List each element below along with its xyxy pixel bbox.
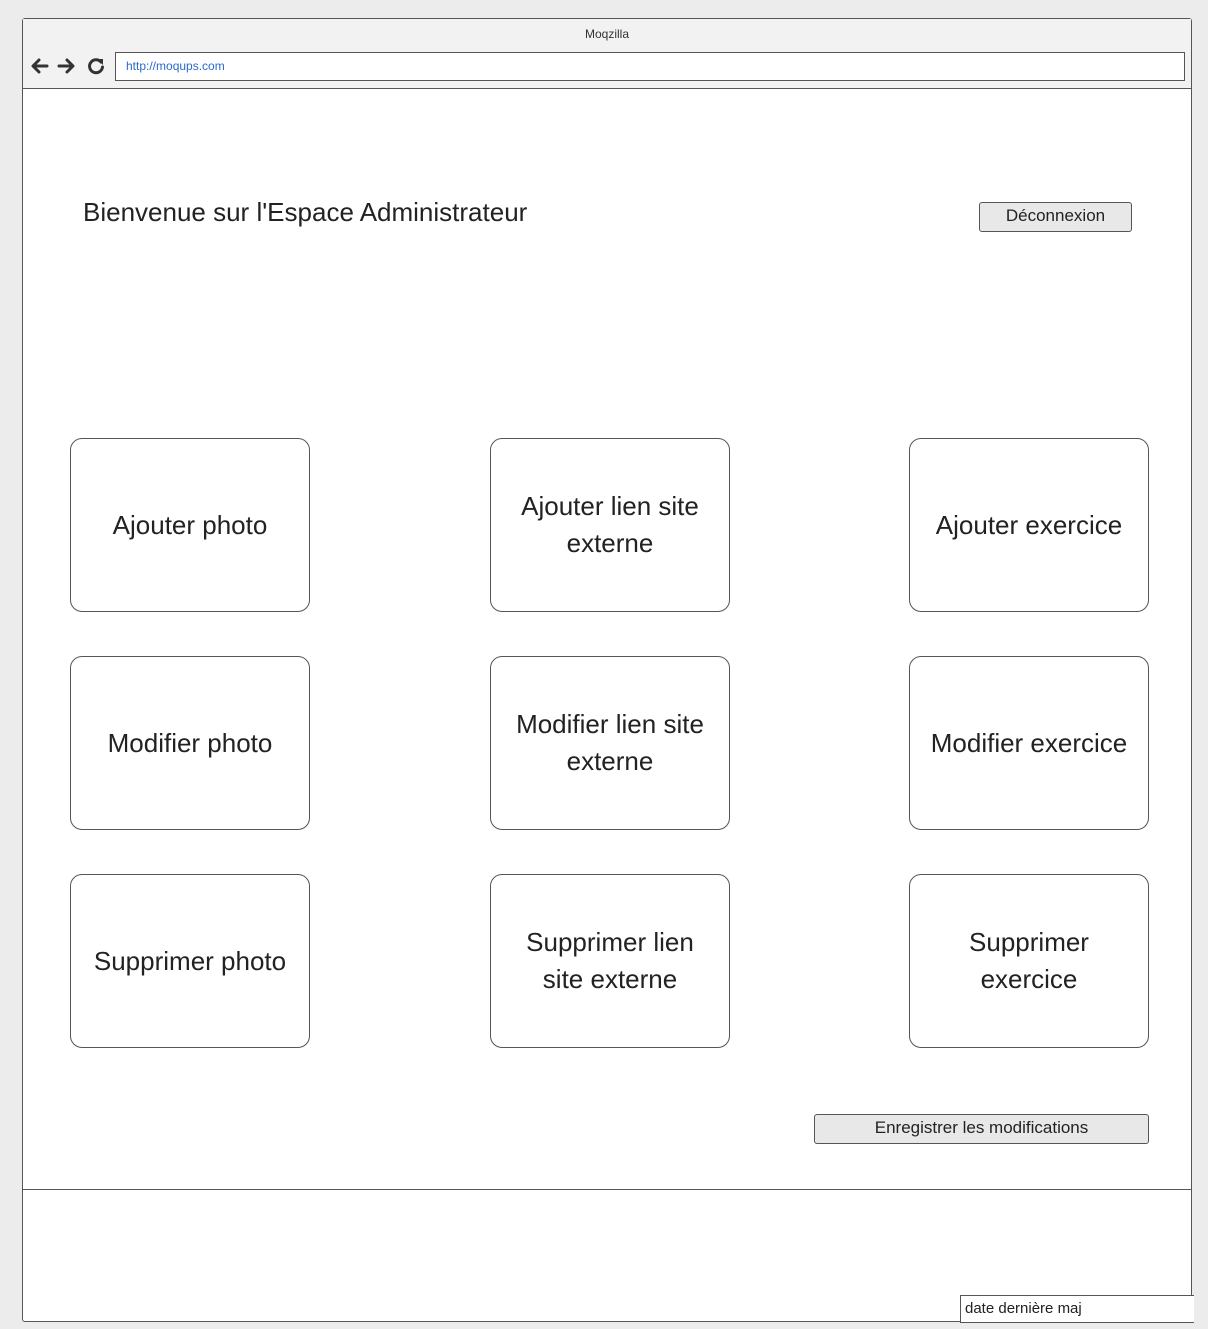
logout-button[interactable]: Déconnexion [979,202,1132,232]
footer-divider [23,1189,1191,1190]
tile-label: Ajouter photo [112,509,268,540]
page-title: Bienvenue sur l'Espace Administrateur [83,197,528,227]
tile-label: Ajouter exercice [935,509,1123,540]
add-external-link-button[interactable]: Ajouter lien site externe [490,438,730,612]
tile-label: Ajouter lien site externe [521,491,699,558]
url-input[interactable]: http://moqups.com [115,52,1185,81]
tile-label: Modifier lien site externe [516,709,704,776]
tile-label: Modifier photo [107,727,273,758]
tile-label: Supprimer photo [93,945,287,976]
save-changes-button[interactable]: Enregistrer les modifications [814,1114,1149,1144]
canvas: Moqzilla http://moqups.com Bienvenue sur… [0,0,1208,1329]
delete-photo-button[interactable]: Supprimer photo [70,874,310,1048]
delete-external-link-button[interactable]: Supprimer lien site externe [490,874,730,1048]
add-photo-button[interactable]: Ajouter photo [70,438,310,612]
delete-exercise-button[interactable]: Supprimer exercice [909,874,1149,1048]
tile-label: Supprimer exercice [969,927,1089,994]
tile-label: Modifier exercice [930,727,1128,758]
window-title: Moqzilla [584,27,629,41]
last-update-label: date dernière maj [960,1295,1194,1323]
edit-external-link-button[interactable]: Modifier lien site externe [490,656,730,830]
edit-exercise-button[interactable]: Modifier exercice [909,656,1149,830]
reload-icon[interactable] [86,56,106,76]
tile-label: Supprimer lien site externe [526,927,694,994]
browser-titlebar: Moqzilla http://moqups.com [23,19,1191,89]
edit-photo-button[interactable]: Modifier photo [70,656,310,830]
browser-window: Moqzilla http://moqups.com Bienvenue sur… [22,18,1194,1323]
back-arrow-icon[interactable] [29,56,49,76]
forward-arrow-icon[interactable] [57,56,77,76]
add-exercise-button[interactable]: Ajouter exercice [909,438,1149,612]
